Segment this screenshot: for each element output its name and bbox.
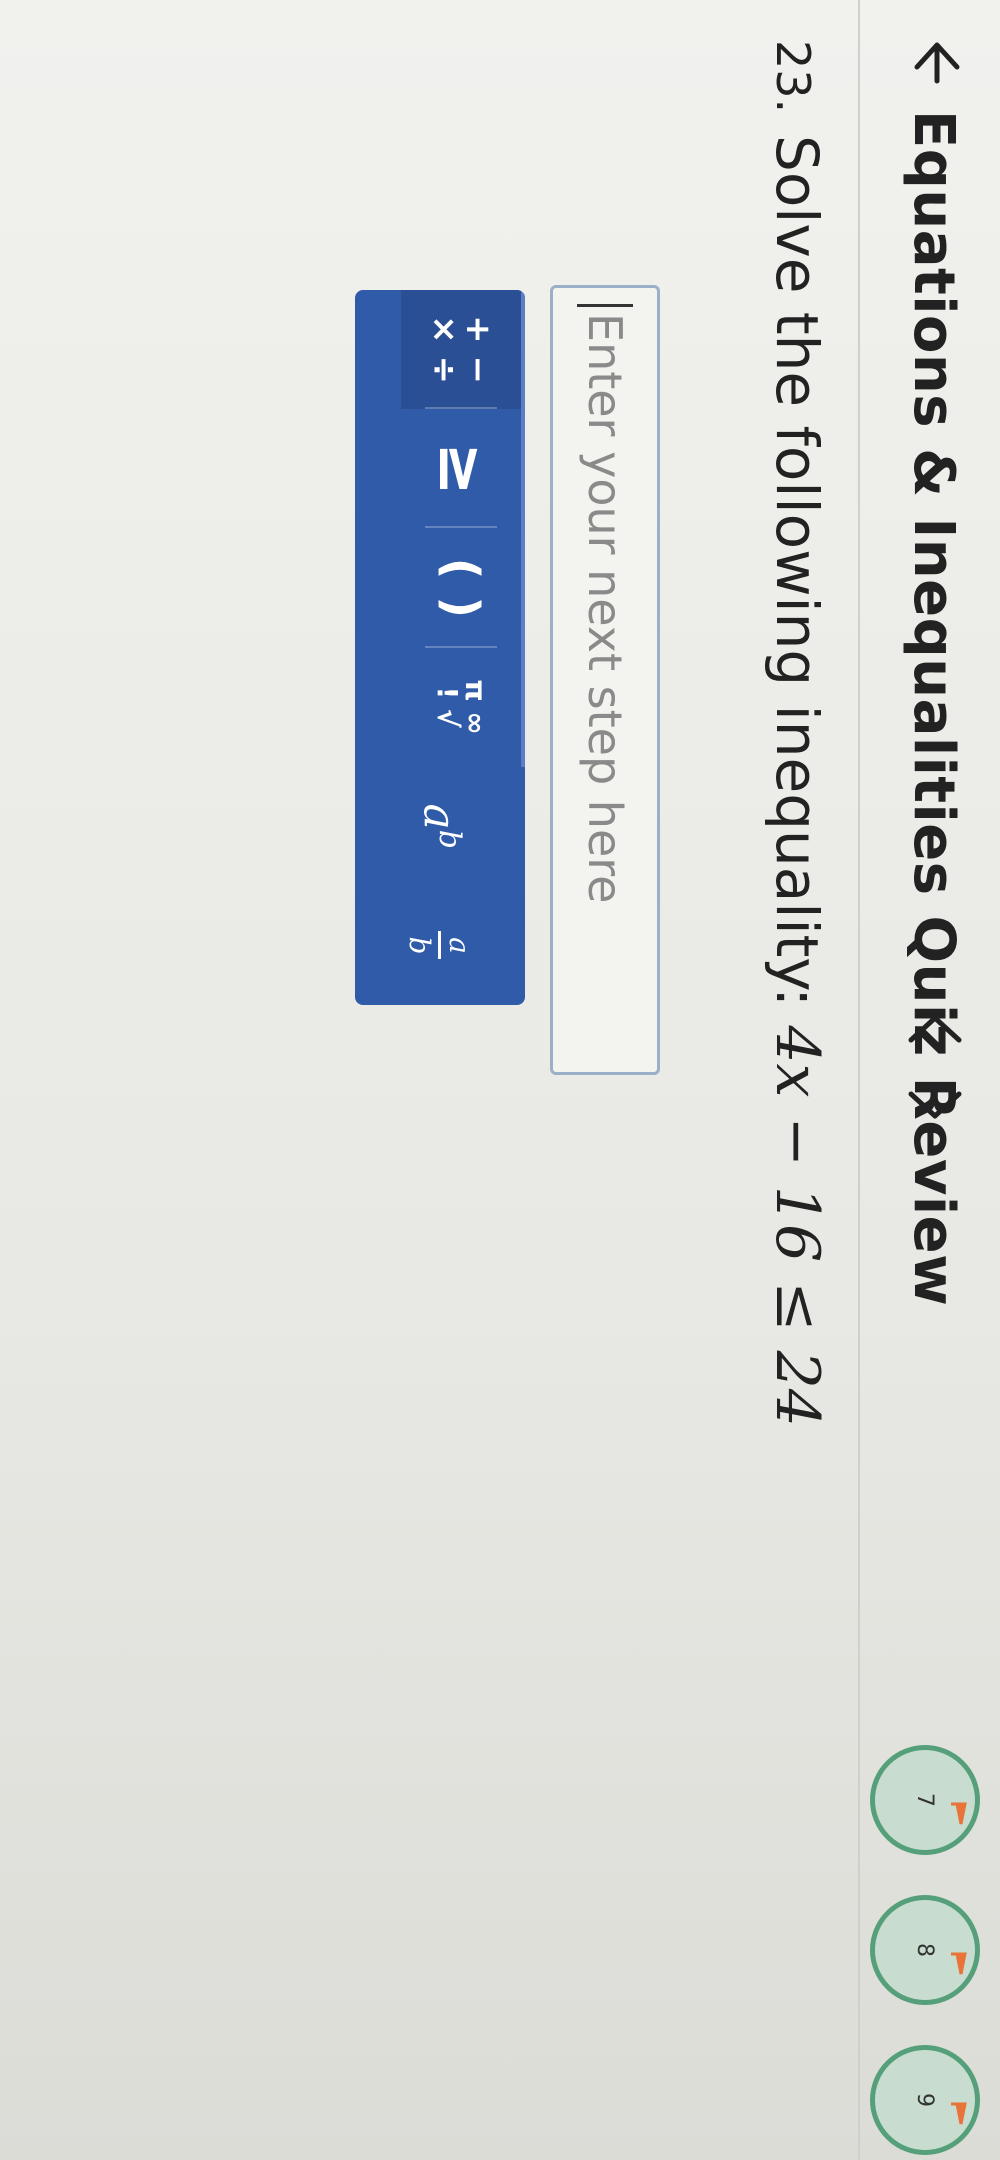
inequality-key[interactable]: ≥ [401, 409, 525, 529]
answer-placeholder: Enter your next step here [578, 313, 632, 904]
parentheses-key[interactable]: ( ) [401, 528, 525, 648]
fraction-key[interactable]: a b [355, 886, 525, 1005]
flag-icon [951, 1802, 967, 1825]
flag-icon [951, 1952, 967, 1975]
question-prompt: Solve the following inequality: 4x − 16 … [762, 135, 832, 1427]
question-bubble-label: 8 [912, 1943, 938, 1957]
constants-key-line1: π ∞ [459, 679, 492, 735]
operations-key[interactable]: + − × ÷ [401, 290, 525, 410]
arrow-left-icon [914, 42, 960, 84]
question-prompt-text: Solve the following inequality: [763, 135, 831, 1026]
chevron-left-icon [908, 1015, 962, 1043]
exponent-key-base: a [413, 803, 465, 830]
fraction-bar [438, 931, 442, 960]
operations-key-line2: × ÷ [424, 315, 464, 384]
question-number: 23. [766, 40, 820, 114]
question-bubble-7[interactable]: 7 [870, 1745, 980, 1855]
flag-icon [951, 2102, 967, 2125]
back-button[interactable] [902, 24, 972, 94]
exponent-key-power: b [431, 829, 467, 849]
exponent-key[interactable]: ab [355, 767, 525, 886]
parentheses-key-symbol: ( ) [433, 557, 489, 619]
answer-input[interactable]: Enter your next step here [550, 285, 660, 1075]
inequality-expression: 4x − 16 ≤ 24 [762, 1025, 832, 1427]
question-bubble-label: 7 [912, 1793, 938, 1807]
top-bar: Equations & Inequalities Quiz Review 7 8… [858, 0, 1000, 2160]
fraction-key-numerator: a [443, 937, 477, 954]
constants-key[interactable]: π ∞ ! √ [401, 647, 525, 767]
fraction-key-denominator: b [403, 936, 437, 955]
quiz-screen: Equations & Inequalities Quiz Review 7 8… [0, 0, 1000, 2160]
operations-key-line1: + − [458, 315, 498, 384]
previous-question-button[interactable] [900, 1000, 970, 1060]
question-bubble-8[interactable]: 8 [870, 1895, 980, 2005]
question-bubble-label: 9 [912, 2093, 938, 2107]
question-bubble-9[interactable]: 9 [870, 2045, 980, 2155]
constants-key-line2: ! √ [431, 686, 464, 728]
math-keyboard: + − × ÷ ≥ ( ) π ∞ ! √ ab a b [355, 290, 525, 1005]
inequality-key-symbol: ≥ [424, 441, 498, 496]
chevron-right-icon [908, 1091, 962, 1119]
text-cursor [577, 304, 633, 307]
next-question-button[interactable] [900, 1074, 970, 1134]
